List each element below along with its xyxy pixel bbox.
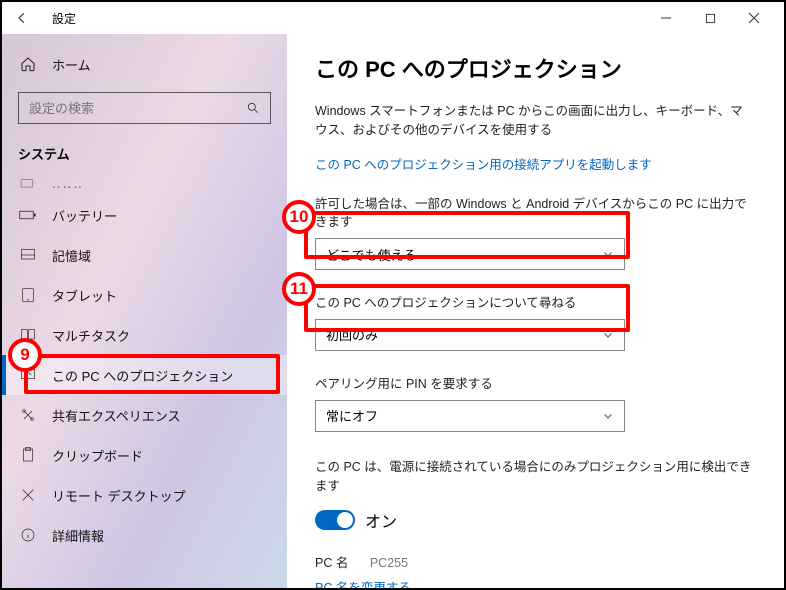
home-icon — [18, 54, 38, 74]
sidebar-item-shared[interactable]: 共有エクスペリエンス — [2, 395, 287, 435]
page-description: Windows スマートフォンまたは PC からこの画面に出力し、キーボード、マ… — [315, 102, 754, 140]
field-require-pin: ペアリング用に PIN を要求する 常にオフ — [315, 375, 754, 432]
sidebar-home[interactable]: ホーム — [2, 44, 287, 84]
back-button[interactable] — [10, 6, 34, 30]
annotation-number-9: 9 — [8, 338, 42, 372]
minimize-icon — [660, 12, 672, 24]
clipboard-icon — [18, 445, 38, 465]
sidebar-item-label: 記憶域 — [52, 246, 91, 265]
chevron-down-icon — [602, 410, 614, 422]
field-label: 許可した場合は、一部の Windows と Android デバイスからこの P… — [315, 195, 754, 233]
field-label: この PC へのプロジェクションについて尋ねる — [315, 294, 754, 313]
discoverable-toggle-row: オン — [315, 508, 754, 532]
page-title: この PC へのプロジェクション — [315, 52, 754, 84]
chevron-down-icon — [602, 248, 614, 260]
search-icon — [246, 101, 260, 115]
select-value: どこでも使える — [326, 245, 416, 264]
select-value: 初回のみ — [326, 325, 378, 344]
sidebar-item-label: バッテリー — [52, 206, 117, 225]
annotation-number-11: 11 — [282, 272, 316, 306]
field-allow-projection: 許可した場合は、一部の Windows と Android デバイスからこの P… — [315, 195, 754, 271]
sidebar-item-tablet[interactable]: タブレット — [2, 275, 287, 315]
annotation-number-10: 10 — [282, 200, 316, 234]
sidebar-item-battery[interactable]: バッテリー — [2, 195, 287, 235]
sidebar-item-multitask[interactable]: マルチタスク — [2, 315, 287, 355]
sidebar-item-label: 共有エクスペリエンス — [52, 406, 180, 425]
select-ask-to-project[interactable]: 初回のみ — [315, 319, 625, 351]
close-icon — [748, 12, 760, 24]
discoverable-toggle[interactable] — [315, 510, 355, 530]
arrow-left-icon — [15, 11, 29, 25]
pc-name-value: PC255 — [370, 556, 408, 570]
maximize-icon — [705, 13, 716, 24]
sidebar-item-about[interactable]: 詳細情報 — [2, 515, 287, 555]
window-title: 設定 — [52, 10, 76, 27]
sidebar-section-system: システム — [2, 138, 287, 173]
sidebar-item-label: タブレット — [52, 286, 117, 305]
select-allow-projection[interactable]: どこでも使える — [315, 238, 625, 270]
sidebar-item-remote[interactable]: リモート デスクトップ — [2, 475, 287, 515]
storage-icon — [18, 245, 38, 265]
main-content: この PC へのプロジェクション Windows スマートフォンまたは PC か… — [287, 34, 784, 588]
sidebar-item-label: クリップボード — [52, 446, 143, 465]
title-bar: 設定 — [2, 2, 784, 34]
rename-pc-link[interactable]: PC 名を変更する — [315, 577, 754, 589]
sidebar-item-label: マルチタスク — [52, 326, 130, 345]
remote-icon — [18, 485, 38, 505]
close-button[interactable] — [732, 4, 776, 32]
select-value: 常にオフ — [326, 406, 378, 425]
sidebar-item-label: 詳細情報 — [52, 526, 104, 545]
sidebar-item-clipboard[interactable]: クリップボード — [2, 435, 287, 475]
sidebar: ホーム システム ‥‥‥ バッテリー 記憶域 タブレット マルチタスク — [2, 34, 287, 588]
pc-name-key: PC 名 — [315, 556, 348, 570]
info-icon — [18, 525, 38, 545]
field-ask-to-project: この PC へのプロジェクションについて尋ねる 初回のみ — [315, 294, 754, 351]
sidebar-item-label: この PC へのプロジェクション — [52, 366, 233, 385]
minimize-button[interactable] — [644, 4, 688, 32]
search-input[interactable] — [29, 101, 246, 116]
sidebar-item-truncated[interactable]: ‥‥‥ — [2, 173, 287, 195]
sidebar-home-label: ホーム — [52, 55, 91, 74]
field-label: ペアリング用に PIN を要求する — [315, 375, 754, 394]
sidebar-item-projecting[interactable]: この PC へのプロジェクション — [2, 355, 287, 395]
launch-connect-link[interactable]: この PC へのプロジェクション用の接続アプリを起動します — [315, 154, 754, 173]
select-require-pin[interactable]: 常にオフ — [315, 400, 625, 432]
search-box[interactable] — [18, 92, 271, 124]
battery-icon — [18, 205, 38, 225]
power-note: この PC は、電源に接続されている場合にのみプロジェクション用に検出できます — [315, 456, 754, 494]
tablet-icon — [18, 285, 38, 305]
display-icon — [18, 174, 38, 194]
toggle-label: オン — [365, 508, 397, 532]
sidebar-item-storage[interactable]: 記憶域 — [2, 235, 287, 275]
shared-icon — [18, 405, 38, 425]
pc-name-row: PC 名 PC255 — [315, 552, 754, 571]
chevron-down-icon — [602, 329, 614, 341]
sidebar-item-label: リモート デスクトップ — [52, 486, 186, 505]
maximize-button[interactable] — [688, 4, 732, 32]
